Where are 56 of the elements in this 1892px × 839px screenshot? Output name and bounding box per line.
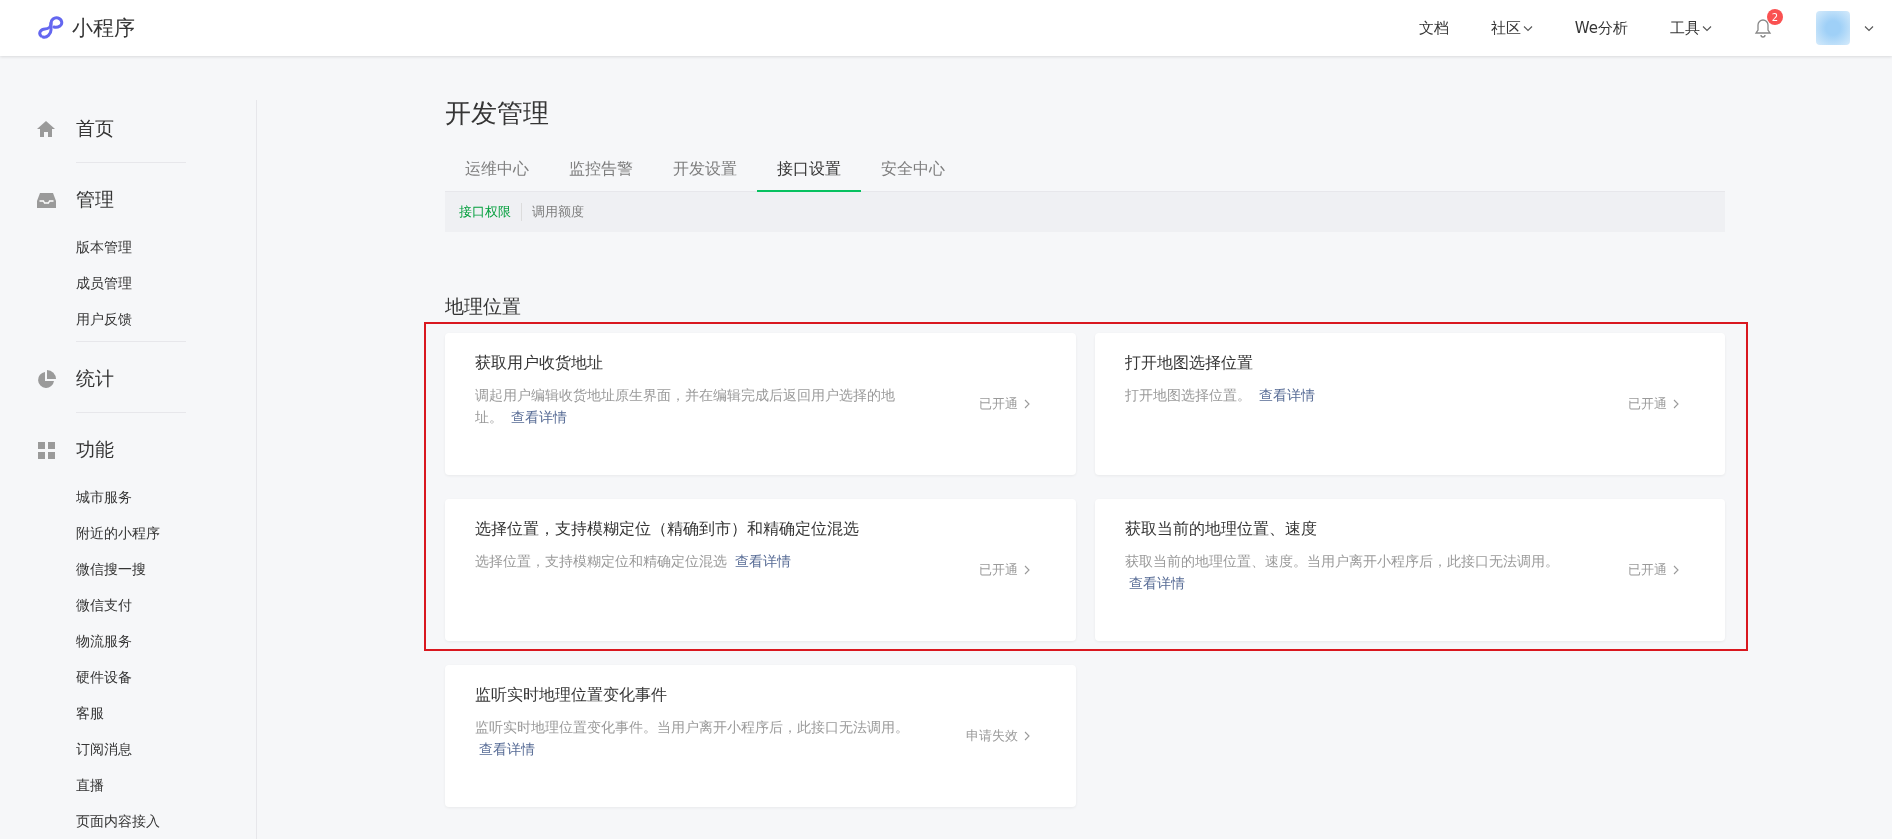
nav-link[interactable]: 社区 [1490, 18, 1533, 38]
grid-icon [37, 441, 55, 459]
details-link[interactable]: 查看详情 [511, 409, 568, 425]
nav-link[interactable]: We分析 [1574, 18, 1628, 38]
sidebar-subitem[interactable]: 用户反馈 [36, 301, 256, 337]
card-title: 获取当前的地理位置、速度 [1124, 519, 1318, 540]
sidebar-item[interactable]: 功能 [76, 437, 114, 463]
sidebar-subitem[interactable]: 直播 [36, 767, 256, 803]
tab[interactable]: 监控告警 [549, 159, 653, 192]
bell-icon[interactable] [1754, 18, 1772, 38]
subtab[interactable]: 调用额度 [532, 203, 594, 221]
card-description: 获取当前的地理位置、速度。当用户离开小程序后，此接口无法调用。 查看详情 [1124, 552, 1560, 593]
card-description: 打开地图选择位置。 查看详情 [1124, 386, 1316, 405]
card-title: 选择位置，支持模糊定位（精确到市）和精确定位混选 [475, 519, 860, 540]
details-link[interactable]: 查看详情 [1128, 575, 1185, 591]
page-title: 开发管理 [445, 97, 550, 130]
sidebar-subitem[interactable]: 成员管理 [36, 265, 256, 301]
sidebar-subitem[interactable]: 微信搜一搜 [36, 551, 256, 587]
sidebar-subitem[interactable]: 附近的小程序 [36, 515, 256, 551]
section-title: 地理位置 [445, 294, 522, 319]
home-icon [36, 120, 56, 138]
details-link[interactable]: 查看详情 [1258, 387, 1315, 403]
nav-link[interactable]: 文档 [1418, 18, 1449, 38]
logo-text: 小程序 [72, 15, 135, 42]
sidebar-subitem[interactable]: 硬件设备 [36, 659, 256, 695]
sidebar-item[interactable]: 管理 [76, 187, 114, 213]
chevron-icon [1671, 565, 1681, 575]
sidebar-item[interactable]: 首页 [76, 116, 114, 142]
logo-icon [38, 16, 64, 40]
inbox-icon [36, 191, 56, 209]
card-title: 获取用户收货地址 [475, 353, 604, 374]
details-link[interactable]: 查看详情 [735, 553, 792, 569]
tab[interactable]: 安全中心 [861, 159, 965, 192]
sidebar-subitem[interactable]: 订阅消息 [36, 731, 256, 767]
sidebar-item[interactable]: 统计 [76, 366, 114, 392]
chevron-icon [1671, 399, 1681, 409]
card-description: 监听实时地理位置变化事件。当用户离开小程序后，此接口无法调用。 查看详情 [475, 718, 910, 759]
sidebar-subitem[interactable]: 客服 [36, 695, 256, 731]
pie-chart-icon [36, 369, 56, 389]
tab[interactable]: 运维中心 [445, 159, 549, 192]
sidebar-subitem[interactable]: 城市服务 [36, 479, 256, 515]
sidebar-subitem[interactable]: 页面内容接入 [36, 803, 256, 839]
sidebar-subitem[interactable]: 微信支付 [36, 587, 256, 623]
card-title: 打开地图选择位置 [1124, 353, 1254, 374]
nav-link[interactable]: 工具 [1670, 18, 1712, 38]
card-description: 选择位置，支持模糊定位和精确定位混选 查看详情 [475, 552, 793, 571]
card-title: 监听实时地理位置变化事件 [475, 685, 668, 706]
caret-icon [1522, 24, 1533, 32]
notification-badge: 2 [1767, 9, 1783, 25]
sidebar-subitem[interactable]: 物流服务 [36, 623, 256, 659]
card-description: 调起用户编辑收货地址原生界面，并在编辑完成后返回用户选择的地址。 查看详情 [475, 386, 896, 427]
tab[interactable]: 开发设置 [653, 159, 757, 192]
caret-icon [1702, 24, 1712, 32]
details-link[interactable]: 查看详情 [479, 741, 535, 757]
sidebar-subitem[interactable]: 版本管理 [36, 229, 256, 265]
caret-icon [1864, 24, 1874, 32]
